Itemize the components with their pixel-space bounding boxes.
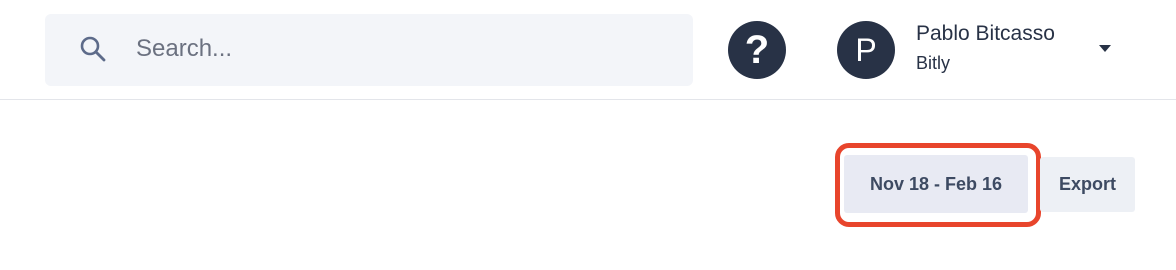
top-bar: ? P Pablo Bitcasso Bitly xyxy=(0,0,1176,100)
chevron-down-icon[interactable] xyxy=(1099,45,1111,52)
help-icon[interactable]: ? xyxy=(728,21,786,79)
avatar[interactable]: P xyxy=(837,21,895,79)
user-organization[interactable]: Bitly xyxy=(916,53,950,74)
search-icon[interactable] xyxy=(79,35,107,63)
user-name[interactable]: Pablo Bitcasso xyxy=(916,22,1055,46)
date-range-button[interactable]: Nov 18 - Feb 16 xyxy=(844,155,1028,213)
search-input[interactable] xyxy=(136,18,676,80)
export-button[interactable]: Export xyxy=(1040,157,1135,212)
